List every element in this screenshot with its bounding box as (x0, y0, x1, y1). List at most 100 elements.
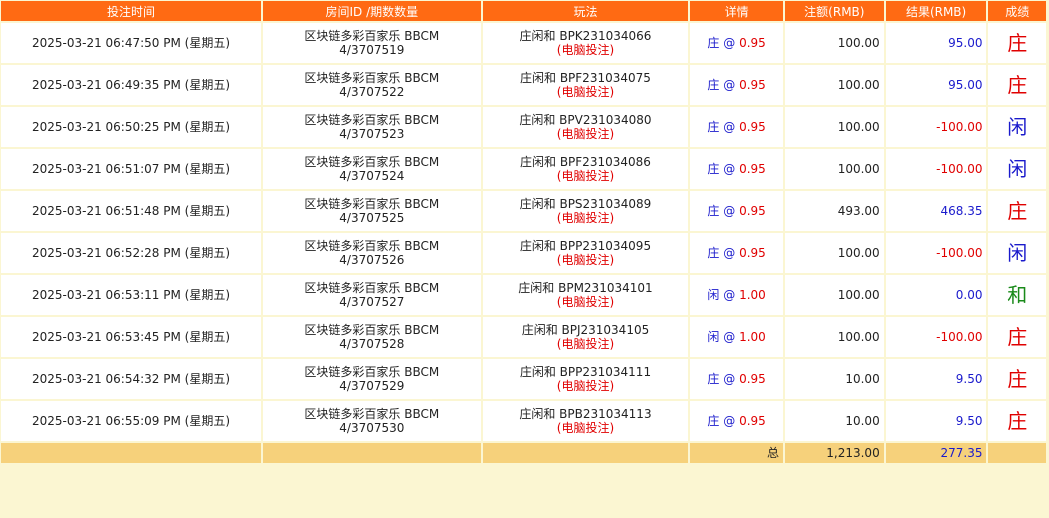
round-id: 4/3707525 (339, 211, 405, 225)
bet-result: -100.00 (885, 233, 987, 273)
bet-result: -100.00 (885, 317, 987, 357)
room-cell: 区块链多彩百家乐 BBCM 4/3707526 (263, 233, 481, 273)
play-type: 庄闲和 BPP231034095 (519, 239, 652, 253)
table-row: 2025-03-21 06:51:48 PM (星期五) 区块链多彩百家乐 BB… (1, 191, 1046, 231)
room-name: 区块链多彩百家乐 BBCM (304, 407, 440, 421)
round-outcome-text: 庄 (1007, 409, 1028, 433)
bet-odds: 1.00 (739, 330, 766, 344)
bet-amount: 100.00 (784, 275, 884, 315)
bet-source: (电脑投注) (556, 127, 615, 141)
bet-result: 9.50 (885, 401, 987, 441)
header-amount: 注额(RMB) (784, 1, 884, 21)
bet-amount: 100.00 (784, 107, 884, 147)
round-outcome: 庄 (988, 401, 1046, 441)
play-cell: 庄闲和 BPS231034089 (电脑投注) (482, 191, 689, 231)
round-outcome: 庄 (988, 317, 1046, 357)
detail-cell: 庄 @ 0.95 (690, 23, 783, 63)
round-outcome-text: 和 (1007, 283, 1028, 307)
bet-odds: 0.95 (739, 246, 766, 260)
bet-amount-text: 100.00 (837, 288, 880, 302)
round-id: 4/3707529 (339, 379, 405, 393)
bet-source: (电脑投注) (556, 421, 615, 435)
bet-odds: 0.95 (739, 120, 766, 134)
bet-source: (电脑投注) (556, 43, 615, 57)
room-name: 区块链多彩百家乐 BBCM (304, 155, 440, 169)
bet-amount-text: 100.00 (837, 162, 880, 176)
bet-result: 468.35 (885, 191, 987, 231)
header-play: 玩法 (482, 1, 689, 21)
play-cell: 庄闲和 BPP231034095 (电脑投注) (482, 233, 689, 273)
bet-amount: 100.00 (784, 23, 884, 63)
play-cell: 庄闲和 BPV231034080 (电脑投注) (482, 107, 689, 147)
round-outcome-text: 庄 (1007, 73, 1028, 97)
room-name: 区块链多彩百家乐 BBCM (304, 197, 440, 211)
room-cell: 区块链多彩百家乐 BBCM 4/3707524 (263, 149, 481, 189)
bet-amount-text: 493.00 (837, 204, 880, 218)
detail-cell: 庄 @ 0.95 (690, 359, 783, 399)
bet-time-text: 2025-03-21 06:53:11 PM (星期五) (31, 288, 231, 302)
round-outcome: 和 (988, 275, 1046, 315)
bet-odds: 0.95 (739, 414, 766, 428)
bet-side: 庄 (707, 120, 720, 134)
play-cell: 庄闲和 BPF231034086 (电脑投注) (482, 149, 689, 189)
table-row: 2025-03-21 06:55:09 PM (星期五) 区块链多彩百家乐 BB… (1, 401, 1046, 441)
bet-source: (电脑投注) (556, 85, 615, 99)
bet-odds: 0.95 (739, 162, 766, 176)
round-id: 4/3707522 (339, 85, 405, 99)
bet-odds: 0.95 (739, 78, 766, 92)
bet-time: 2025-03-21 06:53:45 PM (星期五) (1, 317, 261, 357)
round-outcome-text: 庄 (1007, 367, 1028, 391)
table-row: 2025-03-21 06:50:25 PM (星期五) 区块链多彩百家乐 BB… (1, 107, 1046, 147)
table-row: 2025-03-21 06:52:28 PM (星期五) 区块链多彩百家乐 BB… (1, 233, 1046, 273)
totals-result: 277.35 (885, 443, 987, 463)
round-outcome: 庄 (988, 65, 1046, 105)
bet-amount-text: 100.00 (837, 36, 880, 50)
play-cell: 庄闲和 BPF231034075 (电脑投注) (482, 65, 689, 105)
header-room: 房间ID /期数数量 (263, 1, 481, 21)
detail-cell: 庄 @ 0.95 (690, 65, 783, 105)
room-cell: 区块链多彩百家乐 BBCM 4/3707528 (263, 317, 481, 357)
bet-time-text: 2025-03-21 06:54:32 PM (星期五) (31, 372, 231, 386)
bet-side: 庄 (707, 372, 720, 386)
room-name: 区块链多彩百家乐 BBCM (304, 281, 440, 295)
detail-cell: 庄 @ 0.95 (690, 401, 783, 441)
bet-side: 庄 (707, 204, 720, 218)
table-row: 2025-03-21 06:51:07 PM (星期五) 区块链多彩百家乐 BB… (1, 149, 1046, 189)
at-sign: @ (723, 246, 736, 260)
detail-cell: 庄 @ 0.95 (690, 191, 783, 231)
bet-amount-text: 100.00 (837, 330, 880, 344)
play-type: 庄闲和 BPM231034101 (518, 281, 653, 295)
play-cell: 庄闲和 BPP231034111 (电脑投注) (482, 359, 689, 399)
bet-amount: 100.00 (784, 65, 884, 105)
round-id: 4/3707530 (339, 421, 405, 435)
play-cell: 庄闲和 BPM231034101 (电脑投注) (482, 275, 689, 315)
bet-result: 95.00 (885, 23, 987, 63)
round-outcome-text: 庄 (1007, 31, 1028, 55)
round-id: 4/3707519 (339, 43, 405, 57)
bet-side: 闲 (707, 330, 720, 344)
play-cell: 庄闲和 BPB231034113 (电脑投注) (482, 401, 689, 441)
round-id: 4/3707527 (339, 295, 405, 309)
bet-side: 闲 (707, 288, 720, 302)
bet-amount: 100.00 (784, 149, 884, 189)
bet-time: 2025-03-21 06:52:28 PM (星期五) (1, 233, 261, 273)
bet-side: 庄 (707, 414, 720, 428)
round-outcome: 庄 (988, 359, 1046, 399)
bet-amount-text: 10.00 (845, 372, 880, 386)
detail-cell: 闲 @ 1.00 (690, 317, 783, 357)
table-header-row: 投注时间 房间ID /期数数量 玩法 详情 注额(RMB) 结果(RMB) 成绩 (1, 1, 1046, 21)
totals-label: 总 (690, 443, 783, 463)
bet-time: 2025-03-21 06:54:32 PM (星期五) (1, 359, 261, 399)
detail-cell: 闲 @ 1.00 (690, 275, 783, 315)
table-row: 2025-03-21 06:53:11 PM (星期五) 区块链多彩百家乐 BB… (1, 275, 1046, 315)
table-row: 2025-03-21 06:47:50 PM (星期五) 区块链多彩百家乐 BB… (1, 23, 1046, 63)
round-outcome-text: 闲 (1007, 157, 1028, 181)
play-cell: 庄闲和 BPK231034066 (电脑投注) (482, 23, 689, 63)
round-id: 4/3707528 (339, 337, 405, 351)
round-outcome-text: 庄 (1007, 325, 1028, 349)
bet-amount-text: 100.00 (837, 246, 880, 260)
table-row: 2025-03-21 06:54:32 PM (星期五) 区块链多彩百家乐 BB… (1, 359, 1046, 399)
at-sign: @ (723, 330, 736, 344)
at-sign: @ (723, 372, 736, 386)
header-result: 结果(RMB) (885, 1, 987, 21)
